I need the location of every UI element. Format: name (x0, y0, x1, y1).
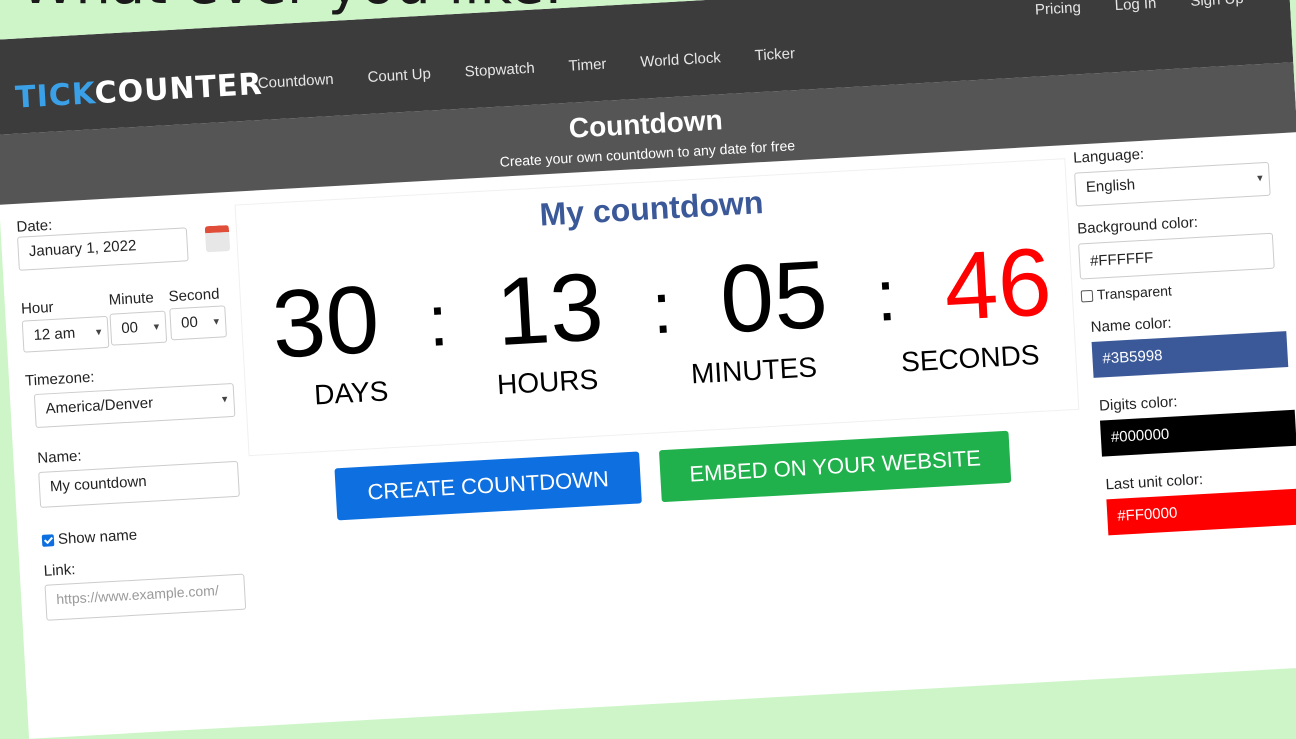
days-digits: 30 (269, 265, 382, 379)
hour-value: 12 am (33, 324, 76, 345)
minutes-digits: 05 (717, 240, 831, 354)
minute-value: 00 (120, 319, 139, 338)
logo-tick: TICK (14, 76, 96, 116)
name-color-input[interactable]: #3B5998 (1091, 331, 1289, 378)
last-unit-color-input[interactable]: #FF0000 (1106, 488, 1296, 536)
colon: : (873, 255, 899, 337)
seconds-digits: 46 (941, 228, 1055, 342)
calendar-icon[interactable] (204, 224, 231, 253)
show-name-label: Show name (57, 526, 138, 548)
second-select[interactable]: 00 ▾ (169, 305, 227, 341)
second-label: Second (168, 285, 220, 306)
hours-digits: 13 (493, 253, 607, 367)
chevron-down-icon: ▾ (153, 321, 160, 334)
chevron-down-icon: ▾ (213, 315, 220, 328)
colon: : (425, 280, 451, 362)
unit-days: DAYS (313, 375, 390, 411)
unit-hours: HOURS (496, 363, 599, 401)
nav-timer[interactable]: Timer (568, 56, 607, 75)
link-input[interactable]: https://www.example.com/ (44, 573, 247, 621)
timezone-value: America/Denver (45, 394, 154, 418)
chevron-down-icon: ▾ (1256, 172, 1264, 185)
style-settings: Language: English ▾ Background color: #FF… (1073, 139, 1296, 537)
chevron-down-icon: ▾ (95, 326, 102, 339)
digits-color-input[interactable]: #000000 (1099, 409, 1296, 457)
countdown-form: Date: January 1, 2022 Hour Minute Second… (16, 206, 268, 623)
minute-label: Minute (108, 289, 155, 309)
colon: : (649, 268, 675, 350)
show-name-checkbox[interactable] (41, 534, 55, 547)
unit-minutes: MINUTES (690, 351, 818, 390)
nav-sign-up[interactable]: Sign Up (1190, 0, 1244, 10)
language-value: English (1085, 176, 1136, 197)
chevron-down-icon: ▾ (221, 393, 228, 406)
hour-label: Hour (20, 298, 55, 318)
show-name-row[interactable]: Show name (34, 519, 265, 549)
nav-ticker[interactable]: Ticker (754, 45, 795, 64)
timezone-select[interactable]: America/Denver ▾ (33, 382, 236, 429)
unit-seconds: SECONDS (900, 338, 1041, 378)
logo-counter: UNTER (143, 66, 264, 109)
logo-clock-icon: O (116, 73, 146, 110)
minute-select[interactable]: 00 ▾ (109, 310, 168, 346)
nav-countdown[interactable]: Countdown (257, 71, 334, 92)
nav-log-in[interactable]: Log In (1114, 0, 1157, 14)
nav-pricing[interactable]: Pricing (1035, 0, 1082, 19)
language-select[interactable]: English ▾ (1074, 161, 1271, 207)
main-nav: Countdown Count Up Stopwatch Timer World… (257, 45, 795, 92)
auth-nav: Pricing Log In Sign Up (1035, 0, 1245, 19)
bg-color-input[interactable]: #FFFFFF (1078, 232, 1275, 280)
create-countdown-button[interactable]: CREATE COUNTDOWN (334, 451, 642, 521)
nav-stopwatch[interactable]: Stopwatch (464, 60, 535, 81)
browser-screenshot: TICKCOUNTER Countdown Count Up Stopwatch… (0, 0, 1296, 739)
countdown-preview: My countdown 30 : 13 : 05 : 46 DAYS HOUR… (234, 158, 1080, 457)
tickcounter-logo[interactable]: TICKCOUNTER (14, 67, 263, 116)
nav-count-up[interactable]: Count Up (367, 65, 431, 86)
hour-select[interactable]: 12 am ▾ (21, 315, 110, 353)
nav-world-clock[interactable]: World Clock (640, 49, 721, 70)
transparent-label: Transparent (1096, 282, 1173, 303)
second-value: 00 (180, 313, 199, 332)
transparent-checkbox[interactable] (1080, 290, 1094, 303)
logo-counter-c: C (93, 74, 119, 112)
name-input[interactable]: My countdown (38, 460, 240, 508)
transparent-row[interactable]: Transparent (1080, 276, 1282, 303)
embed-website-button[interactable]: EMBED ON YOUR WEBSITE (658, 430, 1012, 503)
